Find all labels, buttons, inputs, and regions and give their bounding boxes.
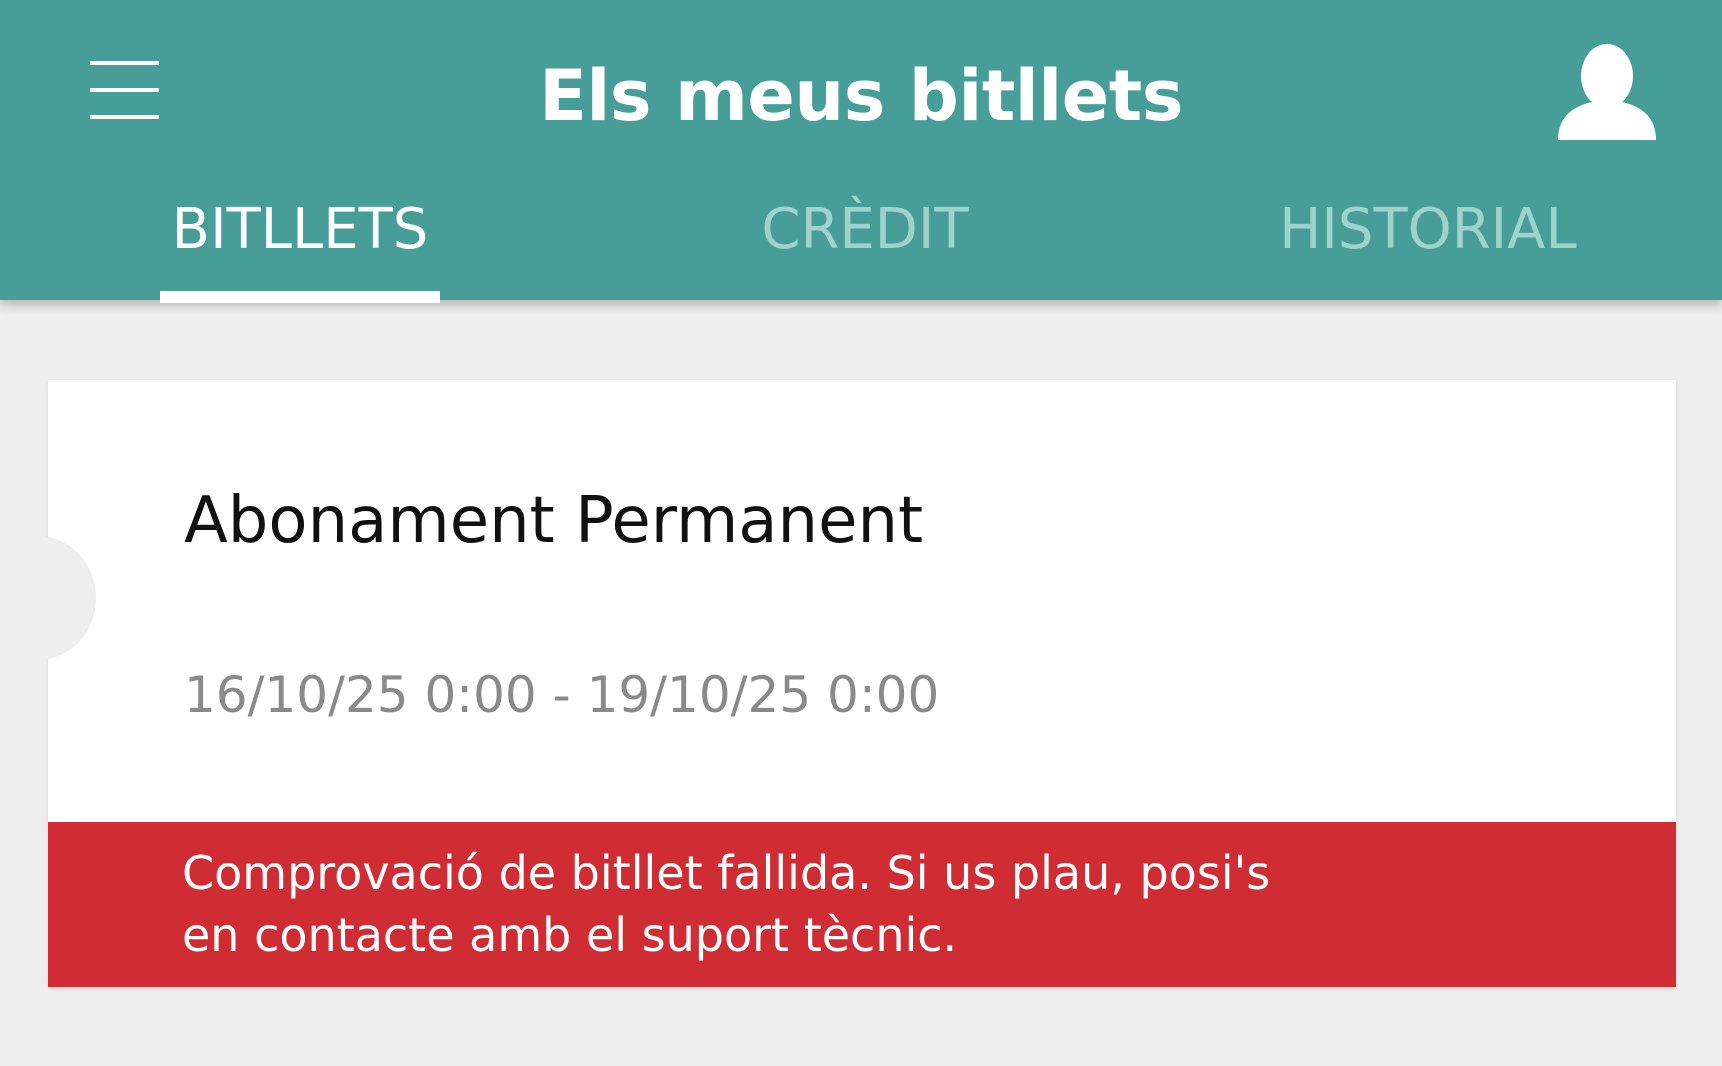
user-profile-button[interactable] [1552, 40, 1662, 145]
tab-credit[interactable]: CRÈDIT [745, 190, 985, 300]
ticket-validity-dates: 16/10/25 0:00 - 19/10/25 0:00 [184, 666, 940, 724]
ticket-error-banner: Comprovació de bitllet fallida. Si us pl… [48, 822, 1676, 987]
ticket-title: Abonament Permanent [184, 484, 924, 558]
tab-bitllets-label: BITLLETS [171, 197, 429, 262]
user-profile-icon [1558, 44, 1656, 140]
tab-bar: BITLLETS CRÈDIT HISTORIAL [0, 190, 1722, 300]
app-header: Els meus bitllets BITLLETS CRÈDIT HISTOR… [0, 0, 1722, 303]
ticket-error-message-line1: Comprovació de bitllet fallida. Si us pl… [182, 846, 1271, 900]
page-title: Els meus bitllets [539, 55, 1183, 137]
tab-credit-label: CRÈDIT [761, 197, 969, 262]
tab-bitllets[interactable]: BITLLETS [160, 190, 440, 300]
ticket-error-message: Comprovació de bitllet fallida. Si us pl… [182, 842, 1482, 966]
tab-historial-label: HISTORIAL [1279, 197, 1577, 262]
ticket-error-message-line2: en contacte amb el suport tècnic. [182, 908, 958, 962]
active-tab-indicator [160, 291, 440, 303]
tab-historial[interactable]: HISTORIAL [1268, 190, 1588, 300]
